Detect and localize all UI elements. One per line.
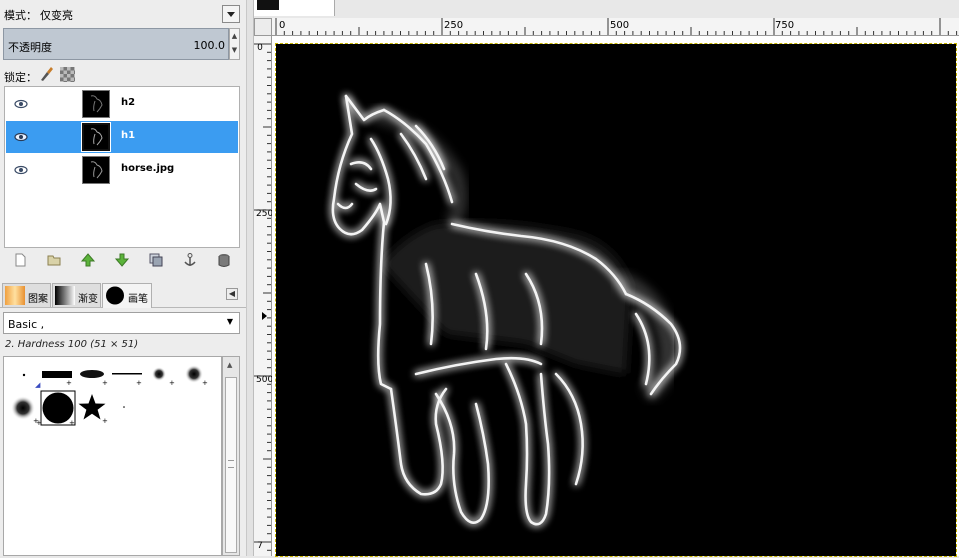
layer-thumbnail (82, 156, 110, 184)
tab-menu-button[interactable]: ◀ (226, 288, 238, 300)
tab-patterns[interactable]: 图案 (2, 283, 51, 307)
layer-thumbnail (81, 122, 111, 152)
raise-layer-icon[interactable] (80, 252, 96, 268)
svg-text:◢: ◢ (35, 381, 41, 389)
layer-name: horse.jpg (121, 163, 175, 174)
mode-row: 模式： 仅变亮 (4, 4, 240, 24)
open-folder-icon[interactable] (46, 252, 62, 268)
ruler-label: 500 (256, 375, 274, 385)
layer-row-selected[interactable]: h1 (6, 121, 238, 153)
ruler-corner[interactable] (254, 18, 272, 36)
eye-icon[interactable] (14, 163, 28, 177)
svg-text:+: + (136, 379, 142, 387)
brush-swatch[interactable]: + (11, 396, 39, 425)
layer-thumbnail (82, 90, 110, 118)
image-canvas[interactable] (275, 43, 957, 557)
ruler-label: 0 (279, 20, 286, 31)
eye-icon[interactable] (14, 130, 28, 144)
image-tab-thumbnail (257, 0, 279, 10)
tab-brushes[interactable]: 画笔 (102, 283, 152, 308)
brush-swatch[interactable]: + (78, 394, 109, 425)
opacity-value: 100.0 (193, 39, 226, 52)
svg-text:+: + (202, 379, 208, 387)
svg-text:+: + (102, 379, 108, 387)
eye-icon[interactable] (14, 97, 28, 111)
layer-name: h2 (121, 97, 136, 108)
layer-row[interactable]: horse.jpg (6, 154, 238, 186)
dock-splitter[interactable] (247, 0, 254, 556)
svg-text:+: + (169, 379, 175, 387)
layers-list: h2 h1 horse.jpg (4, 86, 240, 248)
lock-pixels-brush-icon[interactable] (38, 66, 54, 82)
brush-swatch[interactable]: + (185, 365, 208, 387)
opacity-label: 不透明度 (8, 41, 52, 54)
chevron-down-icon (227, 12, 235, 17)
svg-text:+: + (36, 419, 42, 427)
dock-tabs: 图案 渐变 画笔 ◀ (0, 281, 246, 308)
gradient-icon (55, 286, 75, 305)
brush-info: 2. Hardness 100 (51 × 51) (5, 339, 139, 350)
scroll-up-icon[interactable]: ▲ (227, 361, 232, 369)
lock-label: 锁定： (4, 71, 37, 84)
brush-swatch[interactable]: + (112, 373, 142, 387)
tab-label: 画笔 (128, 294, 148, 305)
mode-label: 模式： (4, 9, 37, 22)
ruler-ticks (254, 43, 271, 551)
new-layer-icon[interactable] (12, 252, 28, 268)
ruler-label: 500 (610, 20, 630, 31)
duplicate-layer-icon[interactable] (148, 252, 164, 268)
ruler-label: 750 (775, 20, 795, 31)
ruler-label: 0 (257, 43, 263, 53)
tab-label: 图案 (28, 294, 48, 305)
brush-grid: + + + + + ◢ + + + + (3, 356, 222, 556)
lower-layer-icon[interactable] (114, 252, 130, 268)
layer-row[interactable]: h2 (6, 88, 238, 120)
mode-dropdown-button[interactable] (222, 5, 240, 23)
horizontal-ruler[interactable]: 0 250 500 750 (272, 18, 959, 36)
vertical-ruler[interactable]: 0 250 500 7 (254, 36, 274, 556)
layers-dock: 模式： 仅变亮 不透明度 100.0 ▲ ▼ 锁定： h2 h1 horse.j… (0, 0, 247, 556)
tab-gradients[interactable]: 渐变 (52, 283, 101, 307)
brush-tag-value: Basic , (8, 318, 45, 331)
tab-label: 渐变 (78, 294, 98, 305)
lock-alpha-checker-icon[interactable] (60, 67, 75, 82)
brush-swatch[interactable] (123, 406, 125, 408)
layer-toolbar (4, 250, 240, 272)
brush-swatch[interactable]: + (42, 371, 72, 387)
brush-swatch[interactable] (22, 373, 26, 377)
ruler-label: 250 (256, 209, 274, 219)
delete-layer-icon[interactable] (216, 252, 232, 268)
pattern-icon (5, 286, 25, 305)
brush-swatch-selected[interactable]: + + (36, 390, 76, 427)
glowing-horse-image (331, 94, 682, 526)
image-tab[interactable] (254, 0, 335, 16)
grip-icon (228, 460, 234, 468)
mode-value[interactable]: 仅变亮 (40, 7, 73, 23)
anchor-icon[interactable] (182, 252, 198, 268)
brush-swatch[interactable]: + (80, 370, 108, 387)
brush-scrollbar[interactable]: ▲ (222, 356, 240, 556)
opacity-spinner[interactable]: ▲ ▼ (229, 28, 240, 60)
layer-name: h1 (121, 130, 136, 141)
scrollbar-thumb[interactable] (225, 377, 237, 553)
brush-icon (105, 286, 125, 305)
ruler-label: 250 (444, 20, 464, 31)
opacity-slider[interactable]: 不透明度 100.0 (3, 28, 229, 60)
ruler-label: 7 (257, 541, 263, 551)
svg-text:+: + (69, 419, 75, 427)
chevron-down-icon: ▼ (226, 317, 233, 326)
brush-tag-select[interactable]: Basic , ▼ (3, 312, 240, 334)
svg-text:+: + (102, 417, 108, 425)
ruler-pointer-icon (262, 312, 267, 320)
brush-swatch[interactable]: + (152, 367, 175, 387)
svg-text:+: + (66, 379, 72, 387)
